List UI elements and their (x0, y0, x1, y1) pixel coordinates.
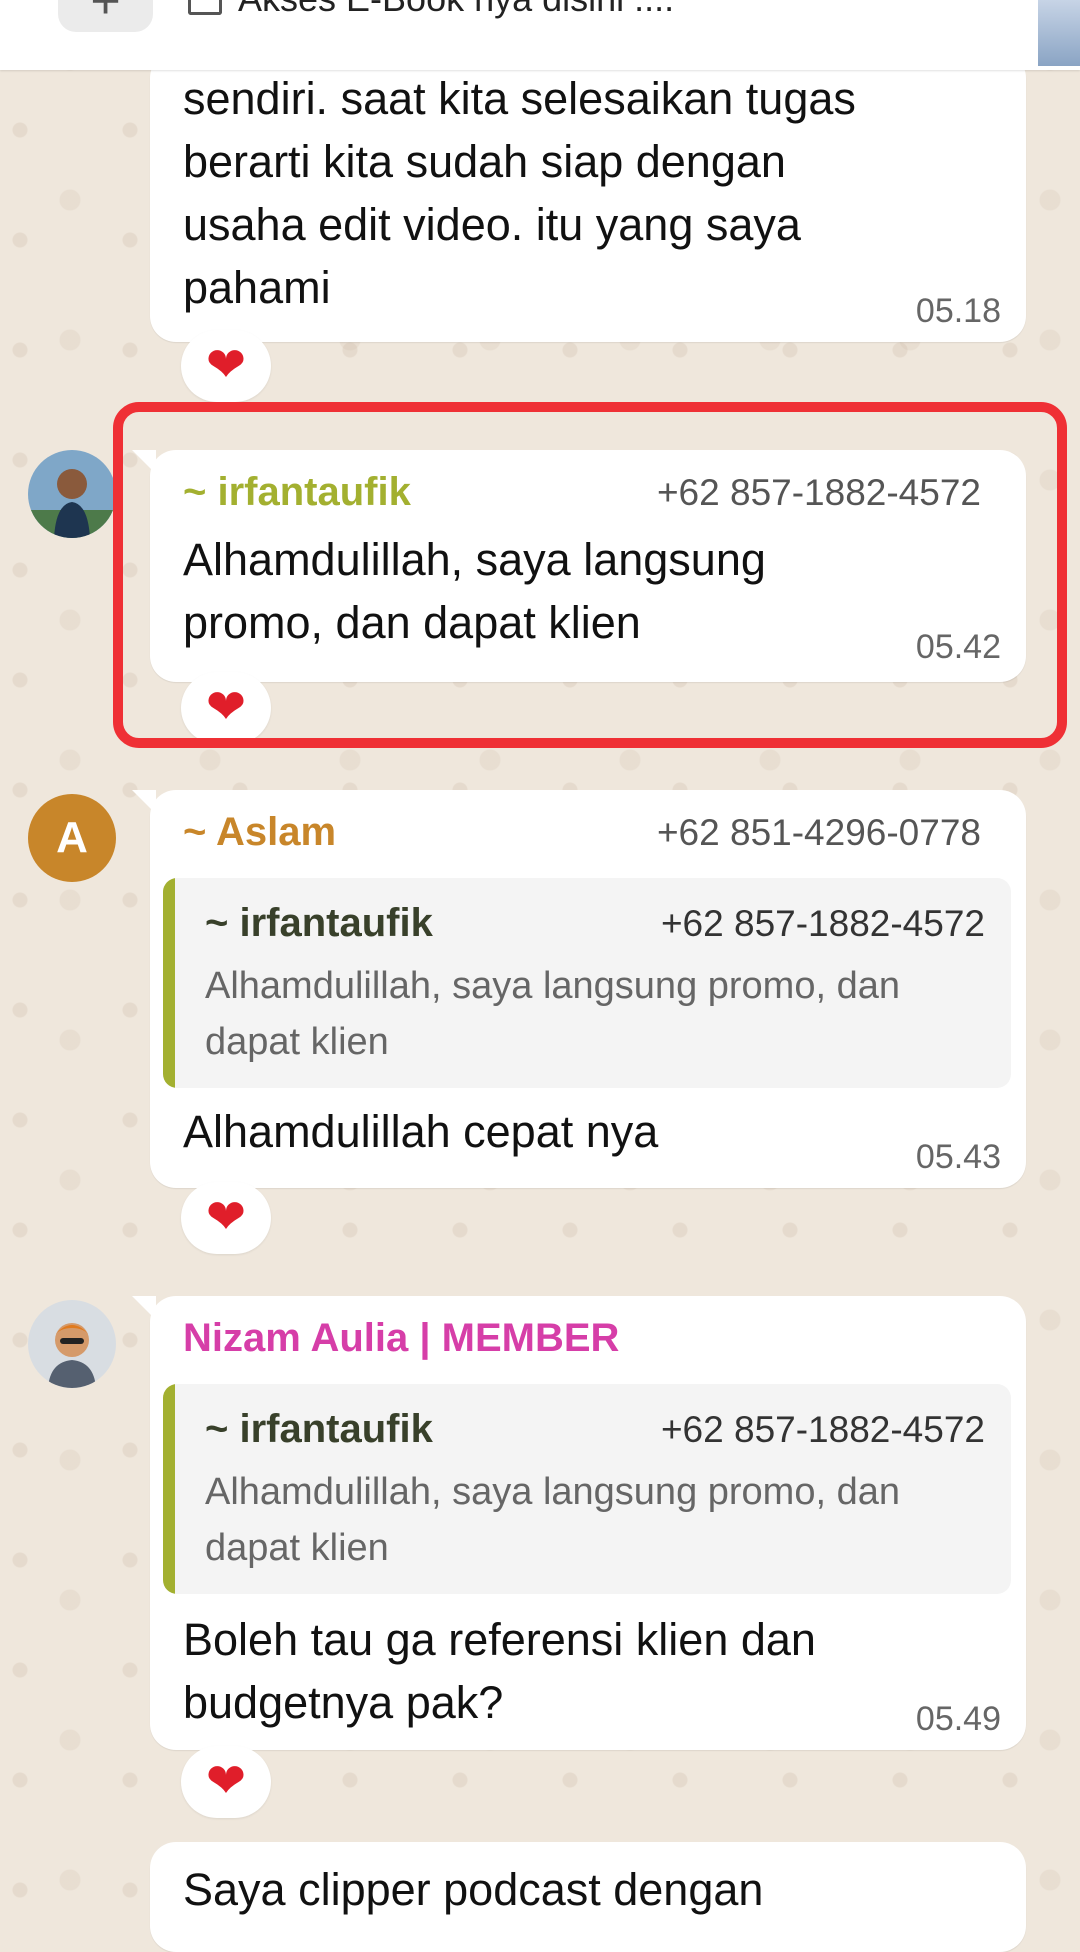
message-text: sendiri. saat kita selesaikan tugas bera… (183, 73, 856, 313)
message-time: 05.42 (915, 628, 1001, 666)
quoted-message[interactable]: ~ irfantaufik +62 857-1882-4572 Alhamdul… (163, 878, 1011, 1088)
message-bubble[interactable]: Saya clipper podcast dengan (150, 1842, 1026, 1952)
message-bubble[interactable]: ~ Aslam +62 851-4296-0778 ~ irfantaufik … (132, 790, 1026, 1188)
message-time: 05.49 (915, 1700, 1001, 1738)
message-text: Alhamdulillah cepat nya (183, 1106, 659, 1157)
quote-phone: +62 857-1882-4572 (660, 1409, 985, 1450)
message-text: Alhamdulillah, saya langsung promo, dan … (183, 534, 766, 648)
message-time: 05.43 (915, 1138, 1001, 1176)
quote-sender: ~ irfantaufik (205, 1407, 433, 1451)
message-text: Saya clipper podcast dengan (183, 1864, 764, 1915)
quote-text: Alhamdulillah, saya langsung promo, dan … (205, 1471, 900, 1569)
avatar-nizam[interactable] (28, 1300, 116, 1388)
heart-reaction[interactable]: ❤ (181, 330, 271, 402)
quote-phone: +62 857-1882-4572 (660, 903, 985, 944)
quote-accent-bar (163, 878, 175, 1088)
sender-name[interactable]: Nizam Aulia | MEMBER (183, 1316, 619, 1361)
quoted-message[interactable]: ~ irfantaufik +62 857-1882-4572 Alhamdul… (163, 1384, 1011, 1594)
heart-reaction[interactable]: ❤ (181, 672, 271, 744)
heart-reaction[interactable]: ❤ (181, 1182, 271, 1254)
avatar-irfantaufik[interactable] (28, 450, 116, 538)
pinned-message-text: Akses E-Book nya disini .... (238, 0, 674, 20)
message-bubble[interactable]: Nizam Aulia | MEMBER ~ irfantaufik +62 8… (132, 1296, 1026, 1750)
quote-sender: ~ irfantaufik (205, 901, 433, 945)
book-icon (188, 0, 222, 15)
attach-button[interactable]: + (58, 0, 153, 32)
message-time: 05.18 (915, 292, 1001, 330)
sender-phone: +62 851-4296-0778 (656, 812, 981, 853)
sender-phone: +62 857-1882-4572 (656, 472, 981, 513)
quote-text: Alhamdulillah, saya langsung promo, dan … (205, 965, 900, 1063)
message-text: Boleh tau ga referensi klien dan budgetn… (183, 1614, 816, 1728)
sender-name[interactable]: ~ irfantaufik (183, 470, 411, 515)
heart-reaction[interactable]: ❤ (181, 1746, 271, 1818)
pinned-message-bar[interactable]: + Akses E-Book nya disini .... (0, 0, 1080, 70)
message-bubble[interactable]: sendiri. saat kita selesaikan tugas bera… (150, 52, 1026, 342)
avatar-aslam[interactable]: A (28, 794, 116, 882)
quote-accent-bar (163, 1384, 175, 1594)
sender-name[interactable]: ~ Aslam (183, 810, 336, 855)
message-bubble[interactable]: ~ irfantaufik +62 857-1882-4572 Alhamdul… (132, 450, 1026, 682)
pinned-thumbnail[interactable] (1038, 0, 1080, 66)
